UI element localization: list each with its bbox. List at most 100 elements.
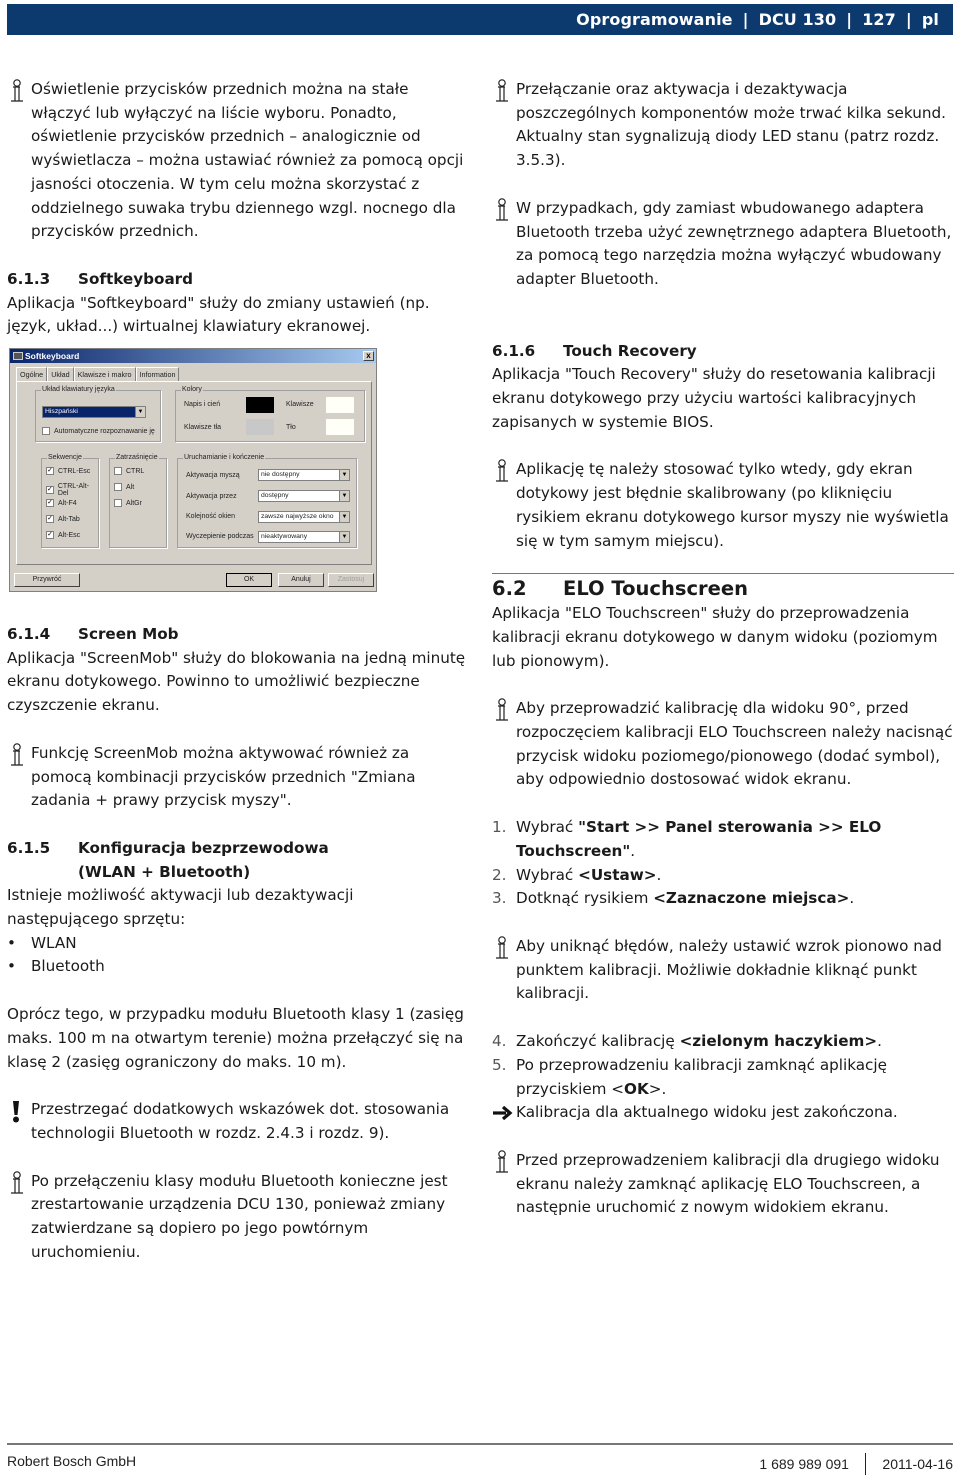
chevron-down-icon[interactable]: ▼ [135, 407, 145, 417]
section-title: Konfiguracja bezprzewodowa [78, 838, 329, 857]
section-title: Touch Recovery [563, 341, 697, 360]
checkbox-box[interactable] [114, 467, 122, 475]
ok-button[interactable]: OK [226, 573, 272, 587]
detach-during-select[interactable]: nieaktywowany ▼ [258, 531, 350, 543]
step-item: 1. Wybrać "Start >> Panel sterowania >> E… [492, 816, 954, 863]
checkbox-label: CTRL-Esc [58, 467, 91, 475]
chevron-down-icon[interactable]: ▼ [339, 532, 349, 542]
info-note: Aby przeprowadzić kalibrację dla widoku … [492, 697, 954, 792]
checkbox-box[interactable] [114, 483, 122, 491]
section-body: Aplikacja "ScreenMob" służy do blokowani… [7, 648, 466, 715]
step-number: 2. [492, 865, 507, 884]
chevron-down-icon[interactable]: ▼ [339, 470, 349, 480]
tab-information[interactable]: Information [135, 367, 180, 382]
info-icon [11, 743, 23, 766]
info-note: Oświetlenie przycisków przednich można n… [7, 78, 467, 244]
background-color-swatch[interactable] [326, 419, 354, 435]
step-text: Po przeprowadzeniu kalibracji zamknąć ap… [516, 1055, 887, 1098]
header-page-number: 127 [862, 10, 896, 29]
auto-detect-checkbox[interactable]: Automatyczne rozpoznawanie ję [42, 427, 155, 435]
checkbox-label: Alt [126, 483, 135, 491]
step-item: 3. Dotknąć rysikiem <Zaznaczone miejsca>. [492, 887, 954, 911]
checkbox-box[interactable]: ✓ [46, 467, 54, 475]
checkbox-box[interactable] [42, 427, 50, 435]
step-item: 4. Zakończyć kalibrację <zielonym haczyki… [492, 1030, 954, 1054]
sequence-checkbox[interactable]: ✓ Alt-Esc [46, 531, 80, 539]
footer-divider [7, 1443, 953, 1445]
left-column: Oświetlenie przycisków przednich można n… [7, 78, 467, 339]
step-number: 4. [492, 1032, 507, 1051]
language-value: Hiszpański [45, 408, 78, 415]
key-background-color-swatch[interactable] [246, 419, 274, 435]
sequence-checkbox[interactable]: ✓ Alt-F4 [46, 499, 77, 507]
step-text-end: . [656, 865, 662, 884]
info-note: Przed przeprowadzeniem kalibracji dla dr… [492, 1149, 954, 1220]
note-text: Po przełączeniu klasy modułu Bluetooth k… [31, 1171, 448, 1261]
header-separator: | [905, 10, 912, 29]
checkbox-label: Alt-F4 [58, 499, 77, 507]
sequence-checkbox[interactable]: ✓ Alt-Tab [46, 515, 80, 523]
info-icon [496, 936, 508, 959]
tab-keys-macro[interactable]: Klawisze i makro [73, 367, 136, 382]
checkbox-box[interactable]: ✓ [46, 531, 54, 539]
cancel-button[interactable]: Anuluj [278, 573, 324, 587]
sequences-group: Sekwencje ✓ CTRL-Esc ✓ CTRL-Alt-Del ✓ Alt-F… [41, 454, 99, 548]
checkbox-label: Alt-Tab [58, 515, 80, 523]
sequence-checkbox[interactable]: ✓ CTRL-Esc [46, 467, 90, 475]
sequence-checkbox[interactable]: ✓ CTRL-Alt-Del [46, 483, 98, 497]
step-item: 2. Wybrać <Ustaw>. [492, 864, 954, 888]
latch-checkbox[interactable]: Alt [114, 483, 134, 491]
activation-by-select[interactable]: dostępny ▼ [258, 490, 350, 502]
text-shadow-color-swatch[interactable] [246, 397, 274, 413]
group-label: Zatrzaśnięcie [115, 454, 159, 461]
checkbox-box[interactable]: ✓ [46, 499, 54, 507]
step-text: Wybrać [516, 818, 579, 837]
section-body-2: Oprócz tego, w przypadku modułu Bluetoot… [7, 1005, 464, 1071]
note-text: Aby przeprowadzić kalibrację dla widoku … [516, 699, 953, 789]
info-note: Po przełączeniu klasy modułu Bluetooth k… [7, 1170, 467, 1265]
option-label: Wyczepienie podczas [186, 533, 254, 540]
info-icon [496, 1150, 508, 1173]
tab-layout[interactable]: Układ [47, 367, 74, 382]
header-language: pl [921, 10, 939, 29]
window-order-select[interactable]: zawsze najwyższe okno ▼ [258, 511, 350, 523]
color-label: Napis i cień [184, 401, 221, 408]
dialog-tabs: Ogólne Układ Klawisze i makro Informatio… [16, 367, 180, 382]
checkbox-label: CTRL [126, 467, 145, 475]
apply-button[interactable]: Zastosuj [328, 573, 374, 587]
chevron-down-icon[interactable]: ▼ [339, 491, 349, 501]
section-heading-6-1-3: 6.1.3 Softkeyboard [7, 268, 467, 292]
step-text: Wybrać [516, 865, 579, 884]
language-select[interactable]: Hiszpański ▼ [42, 406, 146, 418]
section-title: Softkeyboard [78, 269, 194, 288]
bullet-item: WLAN [7, 932, 467, 956]
restore-button[interactable]: Przywróć [14, 573, 80, 587]
section-heading-6-1-4: 6.1.4 Screen Mob [7, 623, 467, 647]
step-number: 1. [492, 818, 507, 837]
step-text-end: . [877, 1032, 882, 1051]
header-section: Oprogramowanie [576, 10, 733, 29]
checkbox-box[interactable] [114, 499, 122, 507]
checkbox-box[interactable]: ✓ [46, 486, 54, 494]
header-separator: | [846, 10, 853, 29]
section-body: Istnieje możliwość aktywacji lub dezakty… [7, 886, 354, 929]
keys-color-swatch[interactable] [326, 397, 354, 413]
section-body: Aplikacja "Softkeyboard" służy do zmiany… [7, 293, 430, 336]
softkeyboard-dialog: Softkeyboard x Ogólne Układ Klawisze i m… [9, 348, 377, 592]
tab-panel-general: Układ klawiatury języka Hiszpański ▼ Aut… [16, 381, 372, 565]
color-label: Klawisze tła [184, 424, 221, 431]
latch-checkbox[interactable]: AltGr [114, 499, 142, 507]
latch-checkbox[interactable]: CTRL [114, 467, 144, 475]
step-item: 5. Po przeprowadzeniu kalibracji zamknąć … [492, 1054, 954, 1101]
mouse-activation-select[interactable]: nie dostępny ▼ [258, 469, 350, 481]
step-ui-reference: <Zaznaczone miejsca> [653, 889, 850, 908]
chevron-down-icon[interactable]: ▼ [339, 512, 349, 522]
tab-general[interactable]: Ogólne [16, 367, 48, 382]
select-value: zawsze najwyższe okno [261, 513, 334, 520]
close-button[interactable]: x [363, 351, 374, 361]
dialog-titlebar: Softkeyboard [10, 349, 376, 363]
step-text: Dotknąć rysikiem [516, 889, 654, 908]
info-note: Aby uniknąć błędów, należy ustawić wzrok… [492, 935, 954, 1006]
footer-document-number: 1 689 989 091 [759, 1456, 849, 1472]
checkbox-box[interactable]: ✓ [46, 515, 54, 523]
